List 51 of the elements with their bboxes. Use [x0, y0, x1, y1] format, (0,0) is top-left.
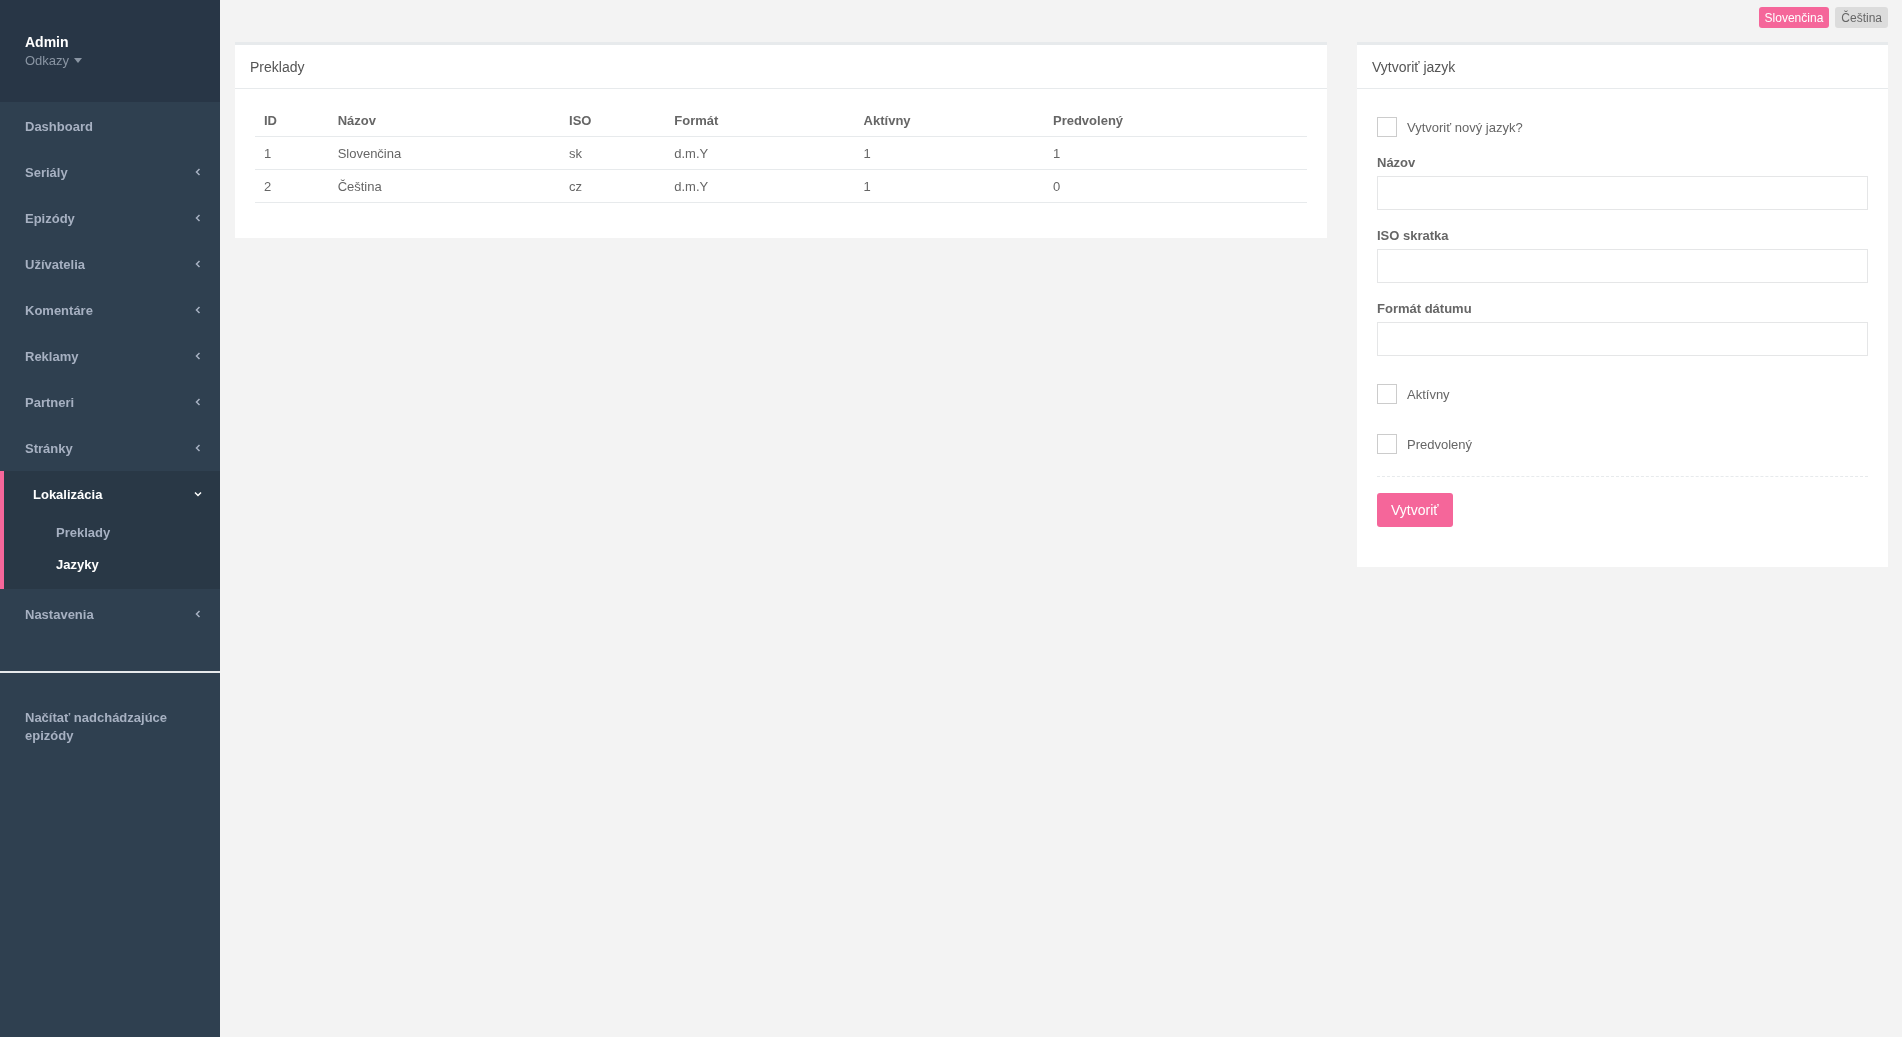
checkbox-label: Aktívny	[1407, 386, 1450, 402]
nav-subitem[interactable]: Jazyky	[4, 549, 220, 581]
field-label: Názov	[1377, 155, 1417, 170]
table-cell: cz	[560, 169, 666, 203]
table-cell: 0	[1043, 169, 1307, 203]
table-cell: Čeština	[328, 169, 561, 203]
field-label: ISO skratka	[1377, 228, 1450, 243]
field-label: Formát dátumu	[1377, 301, 1473, 316]
column-header: Názov	[328, 109, 561, 137]
nav-item[interactable]: Reklamy	[0, 333, 220, 379]
input-field[interactable]	[1377, 322, 1868, 356]
nav-item[interactable]: Dashboard	[0, 103, 220, 149]
column-header: Formát	[665, 109, 855, 137]
links-dropdown[interactable]: Odkazy	[25, 53, 83, 68]
input-field[interactable]	[1377, 249, 1868, 283]
panel-title: Preklady	[235, 45, 1327, 89]
nav-item[interactable]: Komentáre	[0, 287, 220, 333]
language-button[interactable]: Čeština	[1835, 7, 1888, 28]
table-cell: 1	[1043, 136, 1307, 170]
nav-item[interactable]: Lokalizácia	[4, 471, 220, 517]
caret-icon	[74, 58, 83, 63]
nav-item[interactable]: Nastavenia	[0, 591, 220, 637]
panel-title: Vytvoriť jazyk	[1357, 45, 1888, 89]
column-header: ISO	[560, 109, 666, 137]
checkbox[interactable]	[1377, 434, 1397, 454]
nav-item[interactable]: Užívatelia	[0, 241, 220, 287]
nav-item[interactable]: Seriály	[0, 149, 220, 195]
table-cell: 1	[854, 169, 1044, 203]
nav-item[interactable]: Epizódy	[0, 195, 220, 241]
language-button[interactable]: Slovenčina	[1758, 7, 1830, 28]
checkbox[interactable]	[1377, 117, 1397, 137]
table-cell: Slovenčina	[328, 136, 561, 170]
table-cell: d.m.Y	[665, 136, 855, 170]
checkbox-label: Vytvoriť nový jazyk?	[1407, 119, 1523, 135]
nav-item[interactable]: Stránky	[0, 425, 220, 471]
nav-item[interactable]: Partneri	[0, 379, 220, 425]
sidebar-link[interactable]: Načítať nadchádzajúce epizódy	[0, 673, 220, 745]
table-cell: 2	[255, 169, 329, 203]
table-cell: d.m.Y	[665, 169, 855, 203]
input-field[interactable]	[1377, 176, 1868, 210]
table-cell: 1	[255, 136, 329, 170]
nav-subitem[interactable]: Preklady	[4, 517, 220, 549]
table-cell: sk	[560, 136, 666, 170]
checkbox[interactable]	[1377, 384, 1397, 404]
checkbox-label: Predvolený	[1407, 436, 1473, 452]
column-header: ID	[255, 109, 329, 137]
column-header: Predvolený	[1043, 109, 1307, 137]
table-cell: 1	[854, 136, 1044, 170]
create-button[interactable]: Vytvoriť	[1377, 493, 1453, 527]
column-header: Aktívny	[854, 109, 1044, 137]
user-name: Admin	[25, 34, 70, 50]
